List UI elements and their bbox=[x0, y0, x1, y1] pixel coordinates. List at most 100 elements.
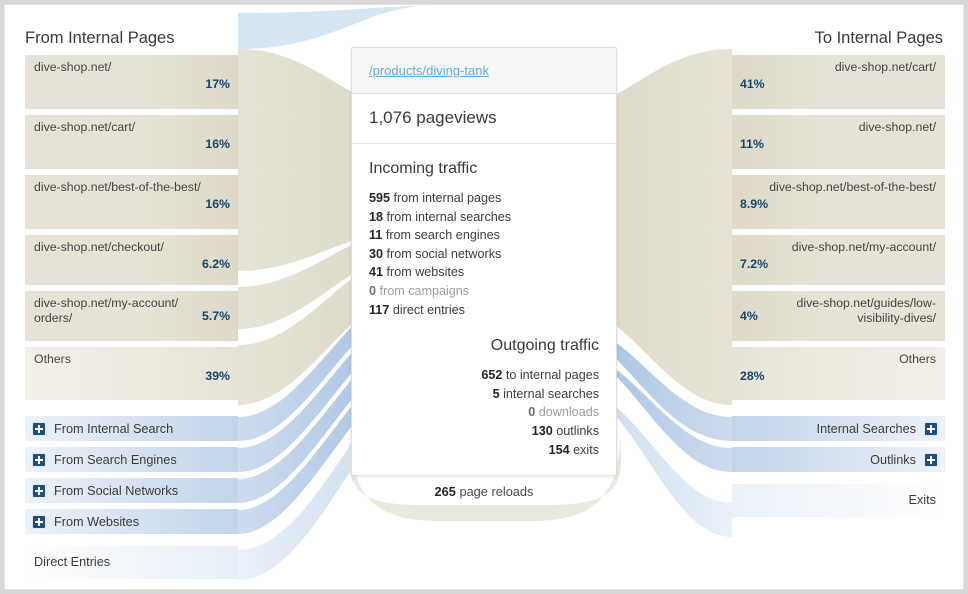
node-percent: 16% bbox=[205, 197, 230, 211]
outgoing-stat-row[interactable]: 652 to internal pages bbox=[369, 366, 599, 385]
node-label: dive-shop.net/guides/low- visibility-div… bbox=[796, 296, 936, 325]
outgoing-stat-row[interactable]: 130 outlinks bbox=[369, 422, 599, 441]
stat-value: 30 bbox=[369, 246, 384, 261]
node-percent: 6.2% bbox=[201, 257, 230, 271]
incoming-stat-row[interactable]: 595 from internal pages bbox=[369, 189, 599, 208]
left-node-4[interactable]: dive-shop.net/my-account/ orders/ 5.7% bbox=[25, 291, 238, 341]
outgoing-stat-row[interactable]: 5 internal searches bbox=[369, 385, 599, 404]
page-reloads-label: 265 page reloads bbox=[5, 484, 963, 499]
stat-value: 154 bbox=[548, 442, 570, 457]
outgoing-stat-row[interactable]: 154 exits bbox=[369, 441, 599, 460]
page-transitions-canvas: From Internal Pages To Internal Pages di… bbox=[4, 4, 964, 590]
stat-label: outlinks bbox=[552, 423, 599, 438]
node-percent: 11% bbox=[740, 137, 764, 151]
page-url-link[interactable]: /products/diving-tank bbox=[369, 63, 489, 78]
node-label: dive-shop.net/cart/ bbox=[34, 120, 136, 134]
node-label: dive-shop.net/my-account/ bbox=[791, 240, 936, 254]
node-label: dive-shop.net/cart/ bbox=[834, 60, 936, 74]
right-column-title: To Internal Pages bbox=[814, 29, 943, 47]
left-group-websites[interactable]: From Websites bbox=[25, 509, 238, 534]
stat-value: 5 bbox=[492, 386, 500, 401]
stat-value: 11 bbox=[369, 228, 383, 243]
incoming-stat-row[interactable]: 30 from social networks bbox=[369, 245, 599, 264]
right-group-outlinks[interactable]: Outlinks bbox=[732, 447, 945, 472]
node-label: dive-shop.net/best-of-the-best/ bbox=[769, 180, 936, 194]
node-percent: 41% bbox=[740, 77, 765, 91]
left-node-2[interactable]: dive-shop.net/best-of-the-best/ 16% bbox=[25, 175, 238, 229]
stat-value: 41 bbox=[369, 265, 384, 280]
stat-value: 130 bbox=[531, 423, 553, 438]
stat-label: exits bbox=[569, 442, 599, 457]
group-label: From Websites bbox=[54, 514, 140, 529]
left-node-3[interactable]: dive-shop.net/checkout/ 6.2% bbox=[25, 235, 238, 285]
node-label: Others bbox=[899, 352, 936, 366]
group-label: Outlinks bbox=[870, 452, 916, 467]
group-label: From Internal Search bbox=[54, 421, 174, 436]
incoming-stat-row[interactable]: 11 from search engines bbox=[369, 226, 599, 245]
node-label: dive-shop.net/checkout/ bbox=[34, 240, 164, 254]
node-label: dive-shop.net/best-of-the-best/ bbox=[34, 180, 201, 194]
stat-label: internal searches bbox=[499, 386, 599, 401]
expand-plus-icon[interactable] bbox=[925, 422, 937, 435]
node-percent: 5.7% bbox=[201, 309, 230, 323]
node-percent: 17% bbox=[205, 77, 230, 91]
group-label: From Search Engines bbox=[54, 452, 177, 467]
node-label: dive-shop.net/ bbox=[858, 120, 936, 134]
stat-label: from internal searches bbox=[383, 209, 512, 224]
stat-label: downloads bbox=[535, 405, 599, 420]
node-percent: 8.9% bbox=[740, 197, 769, 211]
stat-value: 0 bbox=[369, 283, 377, 298]
incoming-stat-row[interactable]: 117 direct entries bbox=[369, 301, 599, 320]
pageviews-total: 1,076 pageviews bbox=[352, 94, 616, 144]
right-node-3[interactable]: dive-shop.net/my-account/ 7.2% bbox=[732, 235, 945, 285]
right-node-2[interactable]: dive-shop.net/best-of-the-best/ 8.9% bbox=[732, 175, 945, 229]
node-percent: 4% bbox=[740, 309, 758, 323]
outgoing-traffic-section: Outgoing traffic 652 to internal pages 5… bbox=[352, 327, 616, 475]
right-node-0[interactable]: dive-shop.net/cart/ 41% bbox=[732, 55, 945, 109]
node-percent: 16% bbox=[205, 137, 230, 151]
stat-value: 117 bbox=[369, 302, 390, 317]
left-node-direct-entries[interactable]: Direct Entries bbox=[25, 546, 238, 579]
left-node-5[interactable]: Others 39% bbox=[25, 347, 238, 400]
node-label: dive-shop.net/my-account/ orders/ bbox=[34, 296, 179, 325]
incoming-traffic-section: Incoming traffic 595 from internal pages… bbox=[352, 144, 616, 327]
incoming-traffic-title: Incoming traffic bbox=[369, 160, 478, 177]
stat-label: from websites bbox=[383, 265, 465, 280]
stat-value: 652 bbox=[481, 368, 503, 383]
left-node-1[interactable]: dive-shop.net/cart/ 16% bbox=[25, 115, 238, 169]
page-detail-card: /products/diving-tank 1,076 pageviews In… bbox=[351, 47, 617, 477]
stat-label: from internal pages bbox=[390, 191, 502, 205]
outgoing-stat-row[interactable]: 0 downloads bbox=[369, 403, 599, 422]
card-header: /products/diving-tank bbox=[352, 48, 616, 94]
stat-label: from search engines bbox=[382, 228, 500, 243]
node-percent: 28% bbox=[740, 369, 765, 383]
reloads-text: page reloads bbox=[455, 484, 534, 499]
incoming-stat-row[interactable]: 41 from websites bbox=[369, 263, 599, 282]
incoming-stat-row[interactable]: 0 from campaigns bbox=[369, 282, 599, 301]
reloads-value: 265 bbox=[434, 484, 456, 499]
node-percent: 7.2% bbox=[740, 257, 769, 271]
left-node-0[interactable]: dive-shop.net/ 17% bbox=[25, 55, 238, 109]
stat-value: 18 bbox=[369, 209, 384, 224]
node-label: Others bbox=[34, 352, 71, 366]
group-label: Internal Searches bbox=[816, 421, 916, 436]
expand-plus-icon[interactable] bbox=[33, 422, 45, 435]
incoming-stat-row[interactable]: 18 from internal searches bbox=[369, 208, 599, 227]
stat-value: 595 bbox=[369, 191, 391, 205]
left-column-title: From Internal Pages bbox=[25, 29, 175, 47]
node-label: dive-shop.net/ bbox=[34, 60, 112, 74]
outgoing-traffic-title: Outgoing traffic bbox=[490, 337, 599, 355]
right-node-5[interactable]: Others 28% bbox=[732, 347, 945, 400]
right-node-1[interactable]: dive-shop.net/ 11% bbox=[732, 115, 945, 169]
expand-plus-icon[interactable] bbox=[33, 515, 45, 528]
expand-plus-icon[interactable] bbox=[925, 453, 937, 466]
stat-label: from social networks bbox=[383, 246, 502, 261]
left-group-search-engines[interactable]: From Search Engines bbox=[25, 447, 238, 472]
stat-label: direct entries bbox=[389, 302, 465, 317]
right-node-4[interactable]: dive-shop.net/guides/low- visibility-div… bbox=[732, 291, 945, 341]
expand-plus-icon[interactable] bbox=[33, 453, 45, 466]
left-group-internal-search[interactable]: From Internal Search bbox=[25, 416, 238, 441]
right-group-internal-searches[interactable]: Internal Searches bbox=[732, 416, 945, 441]
node-percent: 39% bbox=[205, 369, 230, 383]
stat-label: to internal pages bbox=[502, 368, 599, 383]
